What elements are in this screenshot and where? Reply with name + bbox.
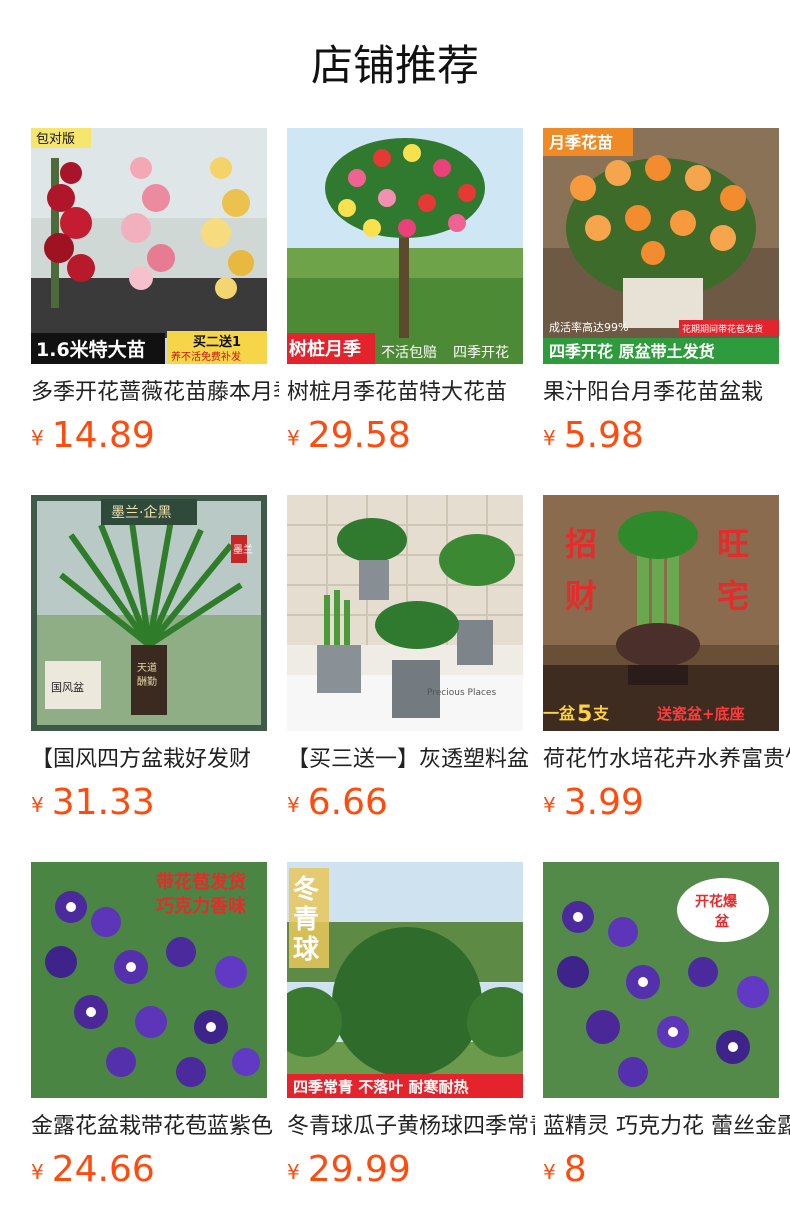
product-name[interactable]: 多季开花蔷薇花苗藤本月季 bbox=[31, 378, 279, 412]
currency-symbol: ¥ bbox=[543, 793, 556, 817]
svg-text:旺: 旺 bbox=[717, 525, 749, 563]
product-name[interactable]: 蓝精灵 巧克力花 蕾丝金露 bbox=[543, 1112, 790, 1146]
svg-text:Precious Places: Precious Places bbox=[427, 688, 496, 698]
product-image-4[interactable]: 天道 酬勤 墨兰·企黑 墨兰 国风盆 bbox=[31, 495, 267, 731]
svg-text:四季开花 原盆带土发货: 四季开花 原盆带土发货 bbox=[549, 342, 715, 361]
currency-symbol: ¥ bbox=[287, 1160, 300, 1184]
product-price: ¥31.33 bbox=[31, 781, 155, 825]
product-name[interactable]: 金露花盆栽带花苞蓝紫色 bbox=[31, 1112, 279, 1146]
price-value: 5.98 bbox=[563, 415, 644, 456]
svg-text:1.6米特大苗: 1.6米特大苗 bbox=[36, 338, 146, 361]
product-name[interactable]: 冬青球瓜子黄杨球四季常青 bbox=[287, 1112, 535, 1146]
svg-text:四季开花: 四季开花 bbox=[453, 345, 509, 361]
svg-text:养不活免费补发: 养不活免费补发 bbox=[171, 350, 241, 363]
price-value: 3.99 bbox=[563, 782, 644, 823]
product-price: ¥14.89 bbox=[31, 414, 155, 458]
svg-text:巧克力香味: 巧克力香味 bbox=[156, 895, 246, 917]
price-value: 14.89 bbox=[51, 415, 155, 456]
svg-text:送瓷盆+底座: 送瓷盆+底座 bbox=[656, 705, 745, 723]
page-title: 店铺推荐 bbox=[310, 41, 479, 90]
product-image-9[interactable]: 开花爆 盆 bbox=[543, 862, 779, 1098]
product-price: ¥8 bbox=[543, 1148, 587, 1192]
price-value: 24.66 bbox=[51, 1149, 155, 1190]
svg-text:球: 球 bbox=[293, 935, 320, 965]
svg-text:财: 财 bbox=[565, 577, 597, 615]
svg-text:宅: 宅 bbox=[717, 577, 749, 615]
svg-text:国风盆: 国风盆 bbox=[51, 680, 84, 694]
currency-symbol: ¥ bbox=[31, 426, 44, 450]
currency-symbol: ¥ bbox=[287, 793, 300, 817]
currency-symbol: ¥ bbox=[543, 1160, 556, 1184]
product-name[interactable]: 荷花竹水培花卉水养富贵竹 bbox=[543, 745, 790, 779]
svg-text:招: 招 bbox=[565, 525, 597, 563]
currency-symbol: ¥ bbox=[543, 426, 556, 450]
price-value: 29.58 bbox=[307, 415, 411, 456]
svg-text:冬: 冬 bbox=[293, 875, 319, 905]
product-price: ¥29.99 bbox=[287, 1148, 411, 1192]
price-value: 8 bbox=[563, 1149, 587, 1190]
svg-text:买二送1: 买二送1 bbox=[193, 334, 241, 350]
svg-text:天道: 天道 bbox=[137, 661, 157, 674]
product-price: ¥6.66 bbox=[287, 781, 388, 825]
svg-text:5: 5 bbox=[577, 702, 592, 727]
currency-symbol: ¥ bbox=[287, 426, 300, 450]
product-price: ¥3.99 bbox=[543, 781, 644, 825]
product-price: ¥5.98 bbox=[543, 414, 644, 458]
price-value: 31.33 bbox=[51, 782, 155, 823]
product-image-8[interactable]: 冬 青 球 四季常青 不落叶 耐寒耐热 bbox=[287, 862, 523, 1098]
product-image-6[interactable]: 招 财 旺 宅 一盆 5 支 送瓷盆+底座 bbox=[543, 495, 779, 731]
currency-symbol: ¥ bbox=[31, 793, 44, 817]
svg-text:墨兰: 墨兰 bbox=[233, 543, 253, 556]
product-name[interactable]: 果汁阳台月季花苗盆栽 bbox=[543, 378, 790, 412]
svg-text:不活包赔: 不活包赔 bbox=[381, 345, 437, 361]
svg-text:月季花苗: 月季花苗 bbox=[548, 133, 613, 152]
svg-text:开花爆: 开花爆 bbox=[695, 893, 738, 910]
price-value: 6.66 bbox=[307, 782, 388, 823]
svg-text:一盆: 一盆 bbox=[543, 704, 576, 723]
svg-text:包对版: 包对版 bbox=[36, 132, 75, 147]
svg-text:成活率高达99%: 成活率高达99% bbox=[549, 320, 628, 334]
svg-text:带花苞发货: 带花苞发货 bbox=[156, 871, 246, 893]
product-image-2[interactable]: 树桩月季 不活包赔 四季开花 bbox=[287, 128, 523, 364]
product-name[interactable]: 【国风四方盆栽好发财 bbox=[31, 745, 279, 779]
svg-text:青: 青 bbox=[293, 905, 319, 935]
product-price: ¥24.66 bbox=[31, 1148, 155, 1192]
product-name[interactable]: 【买三送一】灰透塑料盆 bbox=[287, 745, 535, 779]
product-image-7[interactable]: 带花苞发货 巧克力香味 bbox=[31, 862, 267, 1098]
product-price: ¥29.58 bbox=[287, 414, 411, 458]
svg-text:树桩月季: 树桩月季 bbox=[289, 338, 361, 360]
product-image-5[interactable]: Precious Places bbox=[287, 495, 523, 731]
product-image-1[interactable]: 包对版 1.6米特大苗 买二送1 养不活免费补发 bbox=[31, 128, 267, 364]
price-value: 29.99 bbox=[307, 1149, 411, 1190]
currency-symbol: ¥ bbox=[31, 1160, 44, 1184]
svg-text:盆: 盆 bbox=[714, 913, 730, 930]
product-name[interactable]: 树桩月季花苗特大花苗 bbox=[287, 378, 535, 412]
svg-text:墨兰·企黑: 墨兰·企黑 bbox=[111, 504, 171, 521]
svg-text:支: 支 bbox=[592, 704, 610, 723]
svg-text:花期期间带花苞发货: 花期期间带花苞发货 bbox=[682, 323, 763, 335]
svg-text:酬勤: 酬勤 bbox=[137, 675, 157, 688]
product-image-3[interactable]: 月季花苗 成活率高达99% 花期期间带花苞发货 四季开花 原盆带土发货 bbox=[543, 128, 779, 364]
svg-text:四季常青 不落叶 耐寒耐热: 四季常青 不落叶 耐寒耐热 bbox=[293, 1078, 468, 1096]
